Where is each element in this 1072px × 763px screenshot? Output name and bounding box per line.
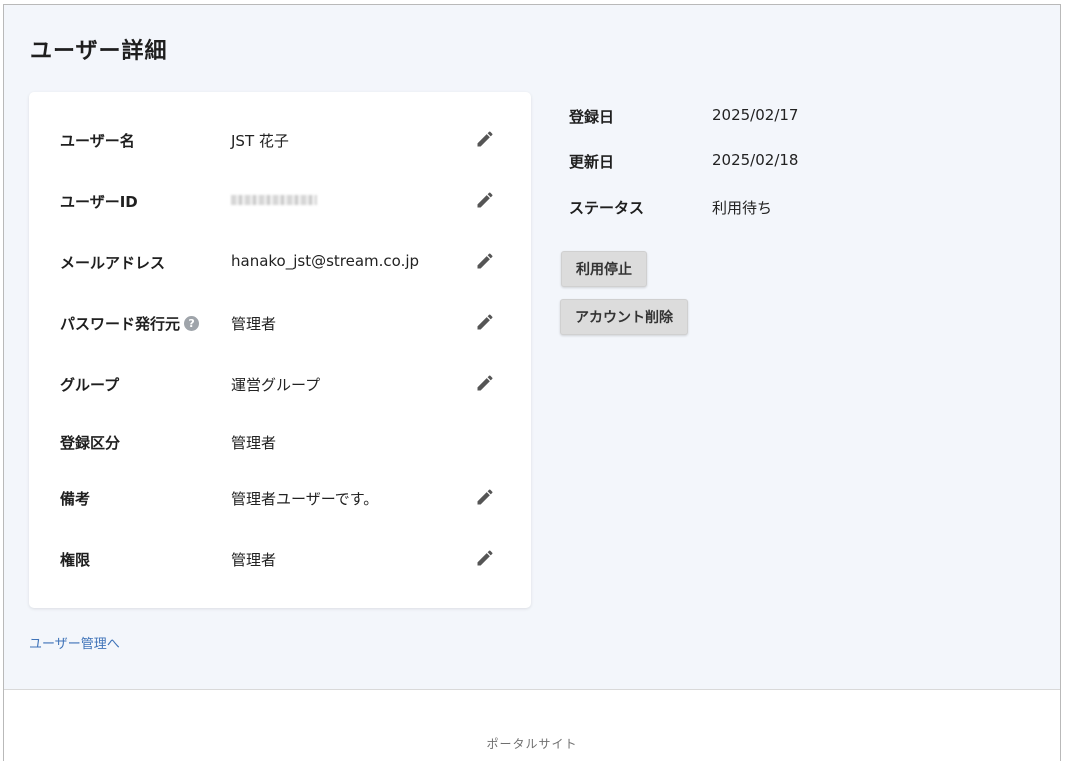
edit-notes-pencil-icon[interactable] (475, 487, 495, 507)
app-window: ユーザー詳細 ユーザー名 JST 花子 ユーザーID メールアドレス hanak… (3, 4, 1061, 761)
status-value: 利用待ち (712, 199, 773, 217)
detail-row-group: グループ 運営グループ (29, 368, 531, 398)
edit-password-issuer-pencil-icon[interactable] (475, 312, 495, 332)
detail-row-registration-type: 登録区分 管理者 (29, 426, 531, 456)
suspend-button[interactable]: 利用停止 (561, 251, 647, 287)
meta-label: 更新日 (569, 153, 615, 171)
edit-user-id-pencil-icon[interactable] (475, 190, 495, 210)
detail-label: ユーザーID (60, 193, 138, 211)
user-details-card: ユーザー名 JST 花子 ユーザーID メールアドレス hanako_jst@s… (29, 92, 531, 608)
detail-label: メールアドレス (60, 254, 166, 272)
edit-username-pencil-icon[interactable] (475, 129, 495, 149)
detail-value: 管理者ユーザーです。 (231, 490, 379, 508)
detail-row-permission: 権限 管理者 (29, 543, 531, 573)
edit-permission-pencil-icon[interactable] (475, 548, 495, 568)
meta-label: 登録日 (569, 108, 615, 126)
delete-account-button[interactable]: アカウント削除 (560, 299, 688, 335)
detail-label-with-help: パスワード発行元 ? (60, 313, 200, 334)
detail-row-notes: 備考 管理者ユーザーです。 (29, 482, 531, 512)
detail-value: 管理者 (231, 315, 277, 333)
detail-label: ユーザー名 (60, 132, 135, 150)
page-title: ユーザー詳細 (30, 39, 168, 64)
detail-value: 管理者 (231, 434, 277, 452)
meta-value: 2025/02/17 (712, 106, 799, 124)
detail-label: パスワード発行元 (60, 315, 181, 333)
edit-email-pencil-icon[interactable] (475, 251, 495, 271)
back-to-user-management-link[interactable]: ユーザー管理へ (29, 633, 120, 652)
detail-row-username: ユーザー名 JST 花子 (29, 124, 531, 154)
detail-row-user-id: ユーザーID (29, 185, 531, 215)
footer-text[interactable]: ポータルサイト (4, 735, 1060, 752)
help-icon[interactable]: ? (184, 316, 200, 331)
meta-value: 2025/02/18 (712, 151, 799, 169)
meta-label: ステータス (569, 199, 645, 217)
edit-group-pencil-icon[interactable] (475, 373, 495, 393)
detail-label: グループ (60, 376, 120, 394)
masked-user-id (231, 195, 317, 205)
detail-value: 運営グループ (231, 376, 321, 394)
detail-row-email: メールアドレス hanako_jst@stream.co.jp (29, 246, 531, 276)
detail-value: 管理者 (231, 551, 277, 569)
footer: ポータルサイト (4, 689, 1060, 761)
detail-value: hanako_jst@stream.co.jp (231, 252, 420, 270)
detail-label: 権限 (60, 551, 91, 569)
detail-label: 登録区分 (60, 434, 121, 452)
detail-row-password-issuer: パスワード発行元 ? 管理者 (29, 307, 531, 337)
detail-label: 備考 (60, 490, 91, 508)
detail-value-masked (231, 191, 317, 209)
detail-value: JST 花子 (231, 132, 289, 150)
